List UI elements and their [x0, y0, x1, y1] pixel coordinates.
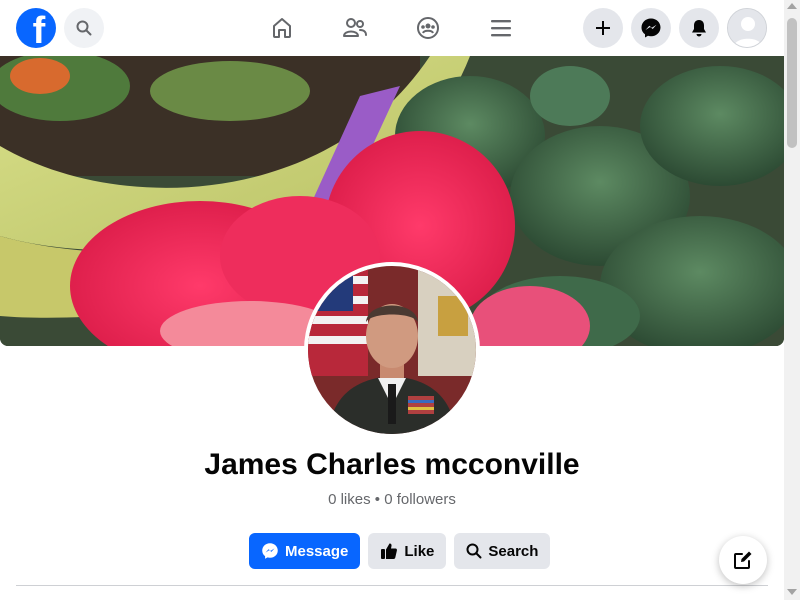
groups-icon [417, 17, 439, 39]
facebook-logo-letter: f [32, 10, 46, 48]
profile-picture[interactable] [304, 262, 480, 438]
bell-icon [692, 20, 706, 37]
like-button[interactable]: Like [368, 533, 447, 569]
messenger-icon [641, 18, 661, 38]
search-icon [76, 20, 92, 36]
nav-groups[interactable] [412, 12, 444, 44]
search-profile-button[interactable]: Search [454, 533, 551, 569]
profile-stats: 0 likes • 0 followers [328, 491, 456, 508]
nav-friends[interactable] [339, 12, 371, 44]
profile-picture-image [308, 266, 476, 434]
thumbs-up-icon [380, 542, 398, 560]
search-button-label: Search [488, 542, 539, 560]
home-icon [273, 18, 291, 38]
facebook-logo[interactable]: f [16, 8, 56, 48]
message-button-label: Message [285, 542, 349, 560]
message-button[interactable]: Message [249, 533, 361, 569]
plus-icon [596, 21, 610, 35]
nav-menu[interactable] [485, 12, 517, 44]
messenger-icon [261, 542, 279, 560]
profile-page: f James Charles mcconville 0 likes • 0 f… [0, 0, 800, 600]
compose-icon [734, 551, 752, 569]
friends-icon [343, 18, 367, 37]
scrollbar-thumb[interactable] [787, 18, 797, 148]
search-button[interactable] [64, 8, 104, 48]
default-avatar-icon [728, 9, 766, 47]
scroll-down-arrow-icon[interactable] [787, 589, 797, 595]
new-message-button[interactable] [719, 536, 767, 584]
profile-name: James Charles mcconville [204, 448, 580, 481]
account-avatar[interactable] [727, 8, 767, 48]
scroll-up-arrow-icon[interactable] [787, 3, 797, 9]
notifications-button[interactable] [679, 8, 719, 48]
menu-icon [491, 20, 511, 37]
top-navigation-bar: f [0, 0, 784, 56]
create-button[interactable] [583, 8, 623, 48]
profile-portrait [308, 266, 476, 434]
nav-home[interactable] [266, 12, 298, 44]
like-button-label: Like [404, 542, 435, 560]
search-icon [466, 543, 482, 559]
messenger-button[interactable] [631, 8, 671, 48]
profile-actions: Message Like Search [249, 533, 551, 569]
section-divider [16, 585, 768, 586]
